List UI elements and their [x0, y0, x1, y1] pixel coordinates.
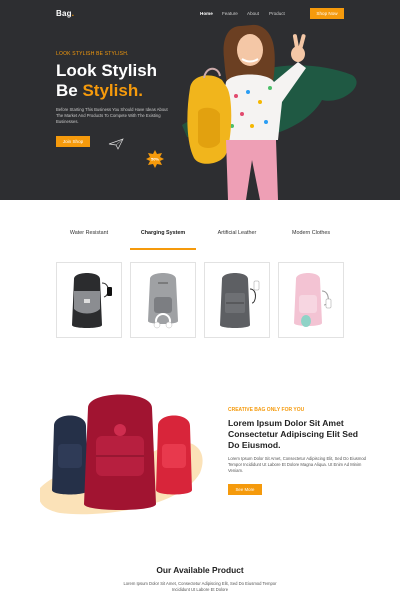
shop-now-button[interactable]: Shop Now — [310, 8, 344, 19]
feature-tabs: Water Resistant Charging System Artifici… — [0, 230, 400, 252]
tab-charging-system[interactable]: Charging System — [130, 230, 196, 236]
hero-section: Bag. Home Feature About Product Shop Now… — [0, 0, 400, 200]
see-more-button[interactable]: See More — [228, 484, 262, 495]
promo-tag: CREATIVE BAG ONLY FOR YOU — [228, 407, 305, 413]
nav-about[interactable]: About — [247, 11, 259, 16]
product-card-grey-backpack[interactable] — [130, 262, 196, 338]
available-products-description: Lorem Ipsum Dolor Sit Amet, Consectetur … — [123, 581, 277, 592]
nav-feature[interactable]: Feature — [222, 11, 238, 16]
promo-description: Lorem Ipsum Dolor Sit Amet, Consectetur … — [228, 456, 367, 473]
logo[interactable]: Bag. — [56, 9, 74, 18]
nav-home[interactable]: Home — [200, 11, 213, 16]
grey-backpack-image — [148, 273, 178, 329]
pink-backpack-image — [294, 273, 332, 327]
hero-title-line2: Be Stylish. — [56, 81, 143, 100]
hero-tagline: LOOK STYLISH BE STYLISH. — [56, 51, 129, 57]
hero-description: Before Starting This Business You Should… — [56, 107, 168, 124]
tab-water-resistant[interactable]: Water Resistant — [56, 230, 122, 236]
product-cards — [56, 262, 344, 338]
tab-modern-clothes[interactable]: Modern Clothes — [278, 230, 344, 236]
dark-grey-backpack-image — [220, 273, 260, 328]
product-card-pink-backpack[interactable] — [278, 262, 344, 338]
backpacks-promo-image — [40, 394, 203, 515]
product-card-dark-grey-backpack[interactable] — [204, 262, 270, 338]
nav-product[interactable]: Product — [269, 11, 285, 16]
black-backpack-image — [72, 273, 112, 328]
girl-with-backpack-image — [187, 24, 306, 200]
hero-title-line1: Look Stylish — [56, 61, 158, 80]
svg-text:50%: 50% — [151, 157, 159, 162]
tab-artificial-leather[interactable]: Artificial Leather — [204, 230, 270, 236]
join-shop-button[interactable]: Join Shop — [56, 136, 90, 147]
hero-title: Look Stylish Be Stylish. — [56, 61, 196, 101]
product-card-black-backpack[interactable] — [56, 262, 122, 338]
active-tab-indicator — [130, 248, 196, 250]
discount-badge: 50% — [146, 150, 164, 168]
promo-title: Lorem Ipsum Dolor Sit Amet Consectetur A… — [228, 418, 359, 450]
paper-plane-icon — [108, 138, 124, 150]
available-products-title: Our Available Product — [156, 565, 244, 575]
